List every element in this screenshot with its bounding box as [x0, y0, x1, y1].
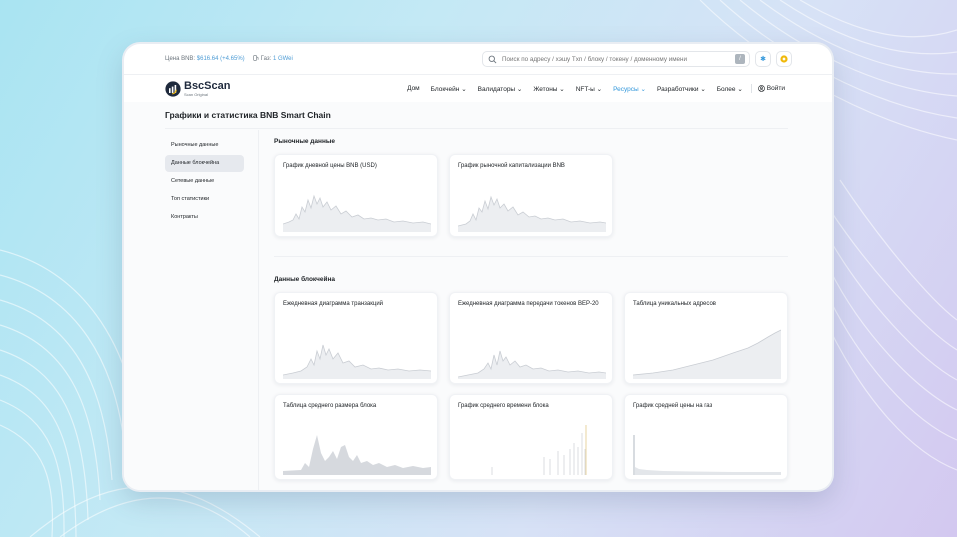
sidebar-item-network-data[interactable]: Сетевые данные — [165, 173, 244, 190]
theme-toggle-button[interactable]: ✱ — [755, 51, 771, 67]
sidebar-item-market-data[interactable]: Рыночные данные — [165, 137, 244, 154]
chart-card-avg-block-size[interactable]: Таблица среднего размера блока — [274, 394, 438, 480]
section-title-blockchain: Данные блокчейна — [274, 276, 336, 283]
search-input[interactable] — [498, 55, 735, 63]
gas-label: Газ: — [260, 56, 272, 62]
gas-value[interactable]: 1 GWei — [273, 56, 293, 62]
title-divider — [165, 128, 788, 129]
slash-shortcut-key: / — [735, 54, 745, 64]
chart-card-title: Ежедневная диаграмма передачи токенов BE… — [458, 301, 599, 307]
sidebar-item-top-statistics[interactable]: Топ статистики — [165, 191, 244, 208]
chart-card-avg-block-time[interactable]: График среднего времени блока — [449, 394, 613, 480]
chart-card-unique-addresses[interactable]: Таблица уникальных адресов — [624, 292, 788, 384]
nav-menu: Дом Блокчейн ⌄ Валидаторы ⌄ Жетоны ⌄ NFT… — [396, 84, 785, 93]
chart-card-title: График рыночной капитализации BNB — [458, 163, 565, 169]
chart-card-bnb-price[interactable]: График дневной цены BNB (USD) — [274, 154, 438, 237]
sidebar-divider — [258, 130, 259, 490]
browser-window: Цена BNB: $616.64 (+4.65%) Газ: 1 GWei /… — [124, 44, 832, 490]
nav-item-developers[interactable]: Разработчики ⌄ — [657, 85, 706, 93]
main-content: Графики и статистика BNB Smart Chain Рын… — [124, 102, 832, 490]
sidebar-item-blockchain-data[interactable]: Данные блокчейна — [165, 155, 244, 172]
brand-tagline: Scan Original — [184, 91, 209, 97]
search-box[interactable]: / — [482, 51, 750, 67]
bscscan-logo-icon — [165, 80, 181, 97]
nav-item-blockchain[interactable]: Блокчейн ⌄ — [431, 85, 467, 93]
bscscan-logo[interactable]: BscScan Scan Original — [165, 79, 231, 97]
nav-item-validators[interactable]: Валидаторы ⌄ — [478, 85, 523, 93]
sidebar-nav: Рыночные данные Данные блокчейна Сетевые… — [165, 137, 244, 227]
nav-separator — [750, 84, 752, 93]
top-info-bar: Цена BNB: $616.64 (+4.65%) Газ: 1 GWei /… — [124, 44, 832, 75]
thumbnail-chart-daily-transactions — [283, 344, 431, 379]
thumbnail-chart-bnb-price — [283, 194, 431, 232]
thumbnail-chart-avg-block-size — [283, 435, 431, 475]
section-divider — [274, 256, 788, 257]
nav-item-tokens[interactable]: Жетоны ⌄ — [533, 85, 564, 93]
sun-icon: ✱ — [760, 56, 766, 63]
login-label: Войти — [766, 85, 785, 92]
thumbnail-chart-bnb-market-cap — [458, 195, 606, 232]
thumbnail-chart-avg-gas-price — [633, 435, 781, 475]
brand-name: BscScan — [184, 79, 231, 92]
chart-card-title: Ежедневная диаграмма транзакций — [283, 301, 384, 307]
chart-card-bep20-transfers[interactable]: Ежедневная диаграмма передачи токенов BE… — [449, 292, 613, 384]
chart-card-title: Таблица уникальных адресов — [633, 301, 716, 307]
bnb-price-label: Цена BNB: — [165, 56, 196, 62]
chart-card-title: График дневной цены BNB (USD) — [283, 163, 377, 169]
login-link[interactable]: Войти — [757, 85, 785, 92]
bnb-network-button[interactable] — [776, 51, 792, 67]
nav-item-home[interactable]: Дом — [407, 85, 420, 92]
bnb-logo-icon — [780, 55, 788, 63]
chart-card-daily-transactions[interactable]: Ежедневная диаграмма транзакций — [274, 292, 438, 384]
bnb-price-value[interactable]: $616.64 (+4.65%) — [197, 56, 245, 62]
main-navbar: BscScan Scan Original Дом Блокчейн ⌄ Вал… — [124, 75, 832, 103]
chart-card-title: Таблица среднего размера блока — [283, 403, 377, 409]
chart-card-title: График среднего времени блока — [458, 403, 549, 409]
nav-item-resources[interactable]: Ресурсы ⌄ — [613, 85, 646, 93]
search-icon — [487, 54, 498, 65]
chart-card-avg-gas-price[interactable]: График средней цены на газ — [624, 394, 788, 480]
page-title: Графики и статистика BNB Smart Chain — [165, 110, 331, 120]
chart-card-bnb-market-cap[interactable]: График рыночной капитализации BNB — [449, 154, 613, 237]
thumbnail-chart-unique-addresses — [633, 329, 781, 379]
nav-item-nfts[interactable]: NFT-ы ⌄ — [576, 85, 602, 93]
nav-item-more[interactable]: Более ⌄ — [717, 85, 743, 93]
section-title-market: Рыночные данные — [274, 138, 336, 145]
thumbnail-chart-bep20-transfers — [458, 350, 606, 379]
chart-card-title: График средней цены на газ — [633, 403, 713, 409]
user-icon — [757, 85, 765, 92]
sidebar-item-contracts[interactable]: Контракты — [165, 209, 244, 226]
thumbnail-chart-avg-block-time — [491, 425, 587, 475]
gas-pump-icon — [252, 55, 259, 63]
